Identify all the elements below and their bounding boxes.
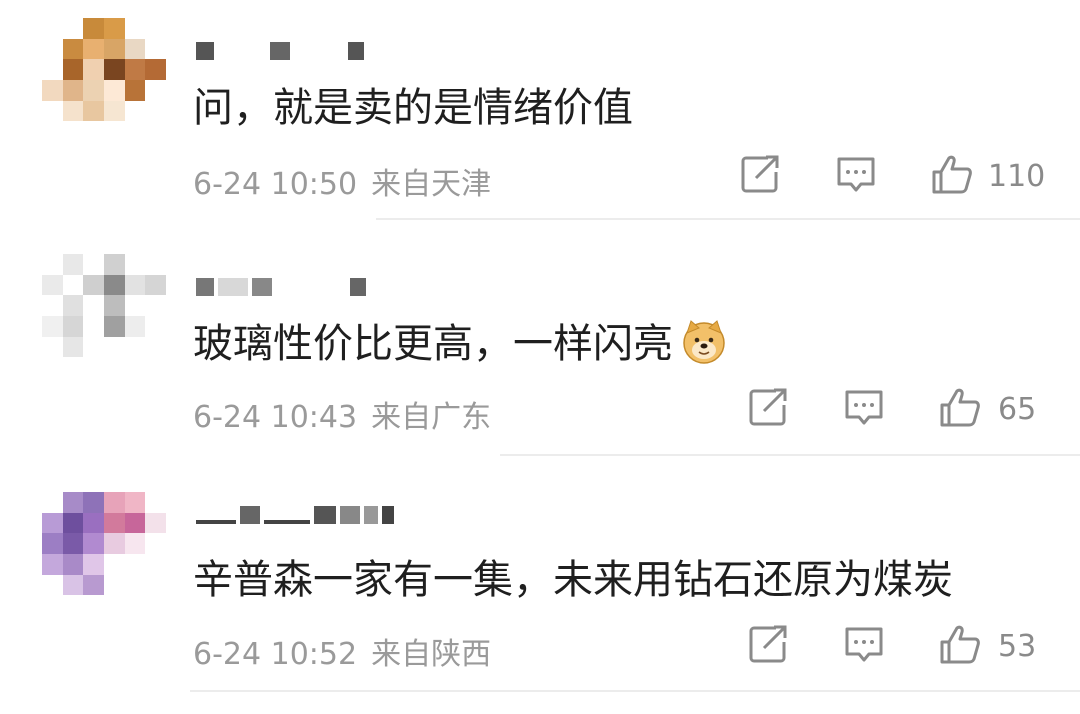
comment-item: 玻璃性价比更高，一样闪亮 6-24 10:43 来自广东 65 bbox=[0, 242, 1080, 478]
username-pixelated[interactable] bbox=[196, 274, 496, 296]
username-pixelated[interactable] bbox=[196, 38, 496, 60]
comment-time: 6-24 10:43 bbox=[193, 400, 358, 435]
comment-time: 6-24 10:50 bbox=[193, 167, 358, 202]
avatar[interactable] bbox=[42, 492, 166, 616]
comment-item: 问，就是卖的是情绪价值 6-24 10:50 来自天津 110 bbox=[0, 6, 1080, 242]
comment-location: 来自天津 bbox=[371, 167, 492, 202]
thumbs-up-icon[interactable] bbox=[930, 152, 974, 196]
comment-location: 来自广东 bbox=[371, 400, 492, 435]
comment-text: 问，就是卖的是情绪价值 bbox=[193, 85, 633, 131]
share-icon[interactable] bbox=[746, 385, 790, 429]
comment-icon[interactable] bbox=[842, 385, 886, 429]
like-count: 53 bbox=[998, 629, 1037, 664]
thumbs-up-icon[interactable] bbox=[938, 622, 982, 666]
comment-meta: 6-24 10:52 来自陕西 bbox=[193, 629, 491, 673]
username-pixelated[interactable] bbox=[196, 502, 496, 524]
doge-emoji bbox=[683, 320, 725, 364]
comment-meta: 6-24 10:50 来自天津 bbox=[193, 159, 491, 203]
comment-time: 6-24 10:52 bbox=[193, 637, 358, 672]
comment-item: 辛普森一家有一集，未来用钻石还原为煤炭 6-24 10:52 来自陕西 53 bbox=[0, 478, 1080, 714]
like-count: 110 bbox=[988, 159, 1046, 194]
divider bbox=[376, 218, 1080, 220]
divider bbox=[190, 690, 1080, 692]
comment-text: 辛普森一家有一集，未来用钻石还原为煤炭 bbox=[193, 557, 953, 603]
comment-icon[interactable] bbox=[842, 622, 886, 666]
comment-text-body: 玻璃性价比更高，一样闪亮 bbox=[193, 321, 673, 367]
share-icon[interactable] bbox=[746, 622, 790, 666]
comment-meta: 6-24 10:43 来自广东 bbox=[193, 392, 491, 436]
avatar[interactable] bbox=[42, 18, 166, 142]
thumbs-up-icon[interactable] bbox=[938, 385, 982, 429]
divider bbox=[500, 454, 1080, 456]
share-icon[interactable] bbox=[738, 152, 782, 196]
avatar[interactable] bbox=[42, 254, 166, 378]
comment-icon[interactable] bbox=[834, 152, 878, 196]
comment-text: 玻璃性价比更高，一样闪亮 bbox=[193, 314, 727, 374]
like-count: 65 bbox=[998, 392, 1037, 427]
comment-location: 来自陕西 bbox=[371, 637, 492, 672]
